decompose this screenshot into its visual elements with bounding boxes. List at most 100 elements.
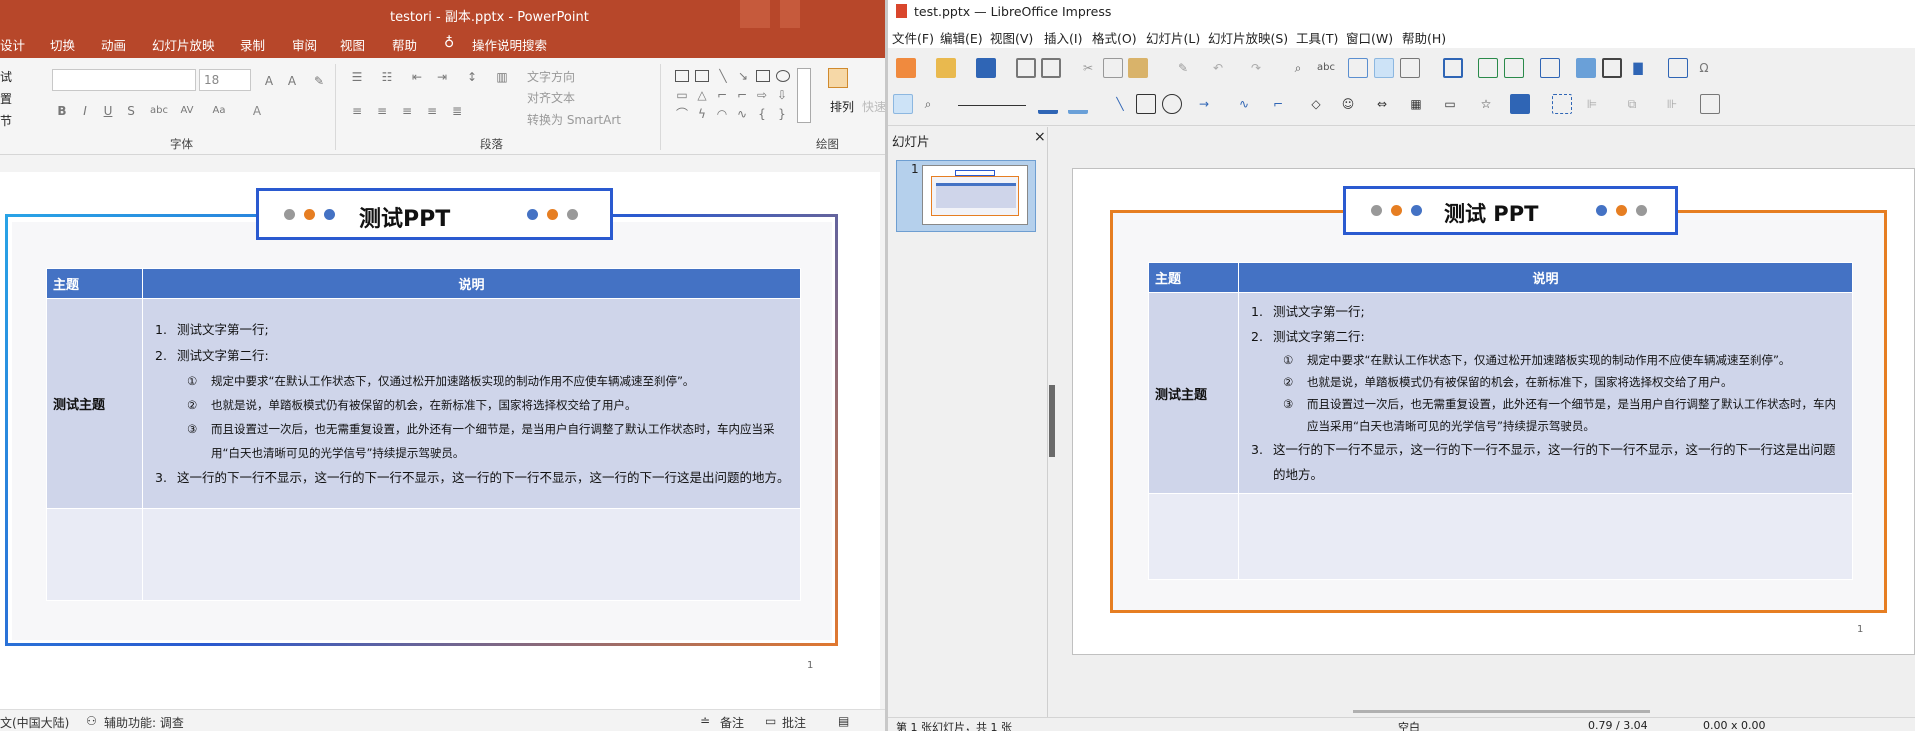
- cut-icon[interactable]: ✂: [1078, 58, 1098, 78]
- open-icon[interactable]: [936, 58, 956, 78]
- align-left-icon[interactable]: ≡: [350, 104, 364, 118]
- grow-font-icon[interactable]: A: [262, 74, 276, 88]
- arrow-line-icon[interactable]: →: [1194, 94, 1214, 114]
- menu-edit[interactable]: 编辑(E): [940, 28, 983, 47]
- arrange-icon[interactable]: [828, 68, 848, 88]
- arrange-button[interactable]: 排列: [830, 98, 854, 115]
- table-cell-empty[interactable]: [1148, 493, 1239, 580]
- connector-icon[interactable]: ⌐: [1268, 94, 1288, 114]
- redo-icon[interactable]: ↷: [1246, 58, 1266, 78]
- grid-icon[interactable]: [1348, 58, 1368, 78]
- tab-view[interactable]: 视图: [340, 35, 365, 54]
- clone-format-icon[interactable]: ✎: [1173, 58, 1193, 78]
- normal-view-icon[interactable]: ▤: [838, 714, 849, 728]
- brace-shape-icon[interactable]: }: [775, 107, 789, 121]
- pp-title-box[interactable]: 测试PPT: [256, 188, 613, 240]
- align-center-icon[interactable]: ≡: [375, 104, 389, 118]
- shadow-icon[interactable]: [1700, 94, 1720, 114]
- table-cell-subject[interactable]: 测试主题: [1148, 292, 1239, 494]
- block-arrows-icon[interactable]: ⇔: [1372, 94, 1392, 114]
- ribbon-partial-label[interactable]: 置: [0, 90, 12, 107]
- pp-table[interactable]: 主题 说明 测试主题 1. 测试文字第一行; 2. 测试文字第二行: ① 规定中要求“…: [46, 268, 801, 601]
- oval-shape-icon[interactable]: [776, 70, 790, 82]
- menu-format[interactable]: 格式(O): [1092, 28, 1137, 47]
- lightning-shape-icon[interactable]: ϟ: [695, 107, 709, 121]
- notes-button[interactable]: 备注: [720, 714, 744, 731]
- table-cell-description[interactable]: 1. 测试文字第一行; 2. 测试文字第二行: ① 规定中要求“在默认工作状态下，仅通…: [1238, 292, 1853, 494]
- table-cell-subject[interactable]: 测试主题: [46, 298, 143, 509]
- justify-icon[interactable]: ≡: [425, 104, 439, 118]
- select-icon[interactable]: [893, 94, 913, 114]
- elbow-shape-icon[interactable]: ⌐: [735, 88, 749, 102]
- menu-file[interactable]: 文件(F): [892, 28, 934, 47]
- undo-icon[interactable]: ↶: [1208, 58, 1228, 78]
- smartart-button[interactable]: 转换为 SmartArt: [527, 111, 621, 128]
- shadow-icon[interactable]: S: [124, 104, 138, 118]
- comments-button[interactable]: 批注: [782, 714, 806, 731]
- align-objects-icon[interactable]: ⊫: [1582, 94, 1602, 114]
- shapes-gallery-more[interactable]: [797, 68, 811, 123]
- table-cell-empty[interactable]: [1238, 493, 1853, 580]
- symbol-shapes-icon[interactable]: ☺: [1338, 94, 1358, 114]
- start-current-icon[interactable]: [1504, 58, 1524, 78]
- line-color-icon[interactable]: [1038, 94, 1058, 114]
- new-icon[interactable]: [896, 58, 916, 78]
- line-icon[interactable]: ╲: [1110, 94, 1130, 114]
- accessibility-status[interactable]: 辅助功能: 调查: [104, 714, 184, 731]
- tab-transitions[interactable]: 切换: [50, 35, 75, 54]
- fill-color-icon[interactable]: [1068, 94, 1088, 114]
- table-cell-empty[interactable]: [142, 508, 801, 601]
- menu-tools[interactable]: 工具(T): [1296, 28, 1338, 47]
- change-case-icon[interactable]: Aa: [212, 104, 226, 118]
- tab-review[interactable]: 审阅: [292, 35, 317, 54]
- export-pdf-icon[interactable]: [1016, 58, 1036, 78]
- image-icon[interactable]: [1576, 58, 1596, 78]
- textbox-shape-icon[interactable]: [675, 70, 689, 82]
- right-arrow-shape-icon[interactable]: ⇨: [755, 88, 769, 102]
- numbering-icon[interactable]: ☷: [380, 70, 394, 84]
- print-icon[interactable]: [1041, 58, 1061, 78]
- copy-icon[interactable]: [1103, 58, 1123, 78]
- tell-me-search[interactable]: 操作说明搜索: [472, 35, 547, 54]
- points-icon[interactable]: [1552, 94, 1572, 114]
- ellipse-icon[interactable]: [1162, 94, 1182, 114]
- menu-slideshow[interactable]: 幻灯片放映(S): [1208, 28, 1288, 47]
- distribute-icon[interactable]: ≣: [450, 104, 464, 118]
- line-shape-icon[interactable]: ╲: [716, 69, 730, 83]
- find-icon[interactable]: ⌕: [1288, 58, 1308, 78]
- line-style-icon[interactable]: [958, 105, 1026, 106]
- arc-shape-icon[interactable]: ◠: [715, 107, 729, 121]
- tab-slideshow[interactable]: 幻灯片放映: [152, 35, 215, 54]
- ribbon-partial-label[interactable]: 试: [0, 68, 12, 85]
- text-direction-button[interactable]: 文字方向: [527, 68, 575, 85]
- textbox-icon[interactable]: [1668, 58, 1688, 78]
- media-icon[interactable]: [1602, 58, 1622, 78]
- pane-collapse-handle[interactable]: [1049, 385, 1055, 457]
- down-arrow-shape-icon[interactable]: ⇩: [775, 88, 789, 102]
- shrink-font-icon[interactable]: A: [285, 74, 299, 88]
- curve-shape-icon[interactable]: ∿: [735, 107, 749, 121]
- triangle-shape-icon[interactable]: △: [695, 88, 709, 102]
- rect-shape-icon[interactable]: ▭: [675, 88, 689, 102]
- close-pane-icon[interactable]: ×: [1034, 129, 1046, 145]
- elbow-shape-icon[interactable]: ⌐: [715, 88, 729, 102]
- menu-help[interactable]: 帮助(H): [1402, 28, 1446, 47]
- brace-shape-icon[interactable]: {: [755, 107, 769, 121]
- menu-window[interactable]: 窗口(W): [1346, 28, 1393, 47]
- distribute-objects-icon[interactable]: ⊪: [1662, 94, 1682, 114]
- decrease-indent-icon[interactable]: ⇤: [410, 70, 424, 84]
- tab-record[interactable]: 录制: [240, 35, 265, 54]
- master-slide-icon[interactable]: [1443, 58, 1463, 78]
- horizontal-scrollbar[interactable]: [1353, 710, 1650, 713]
- chart-icon[interactable]: ▇: [1628, 58, 1648, 78]
- curve-shape-icon[interactable]: ⌒: [675, 107, 689, 121]
- tab-help[interactable]: 帮助: [392, 35, 417, 54]
- italic-icon[interactable]: I: [78, 104, 92, 118]
- rectangle-icon[interactable]: [1136, 94, 1156, 114]
- char-spacing-icon[interactable]: AV: [180, 104, 194, 118]
- font-color-icon[interactable]: A: [250, 104, 264, 118]
- tab-design[interactable]: 设计: [0, 35, 25, 54]
- lo-title-box[interactable]: 测试 PPT: [1343, 186, 1678, 235]
- spelling-icon[interactable]: abc: [1316, 58, 1336, 78]
- columns-icon[interactable]: ▥: [495, 70, 509, 84]
